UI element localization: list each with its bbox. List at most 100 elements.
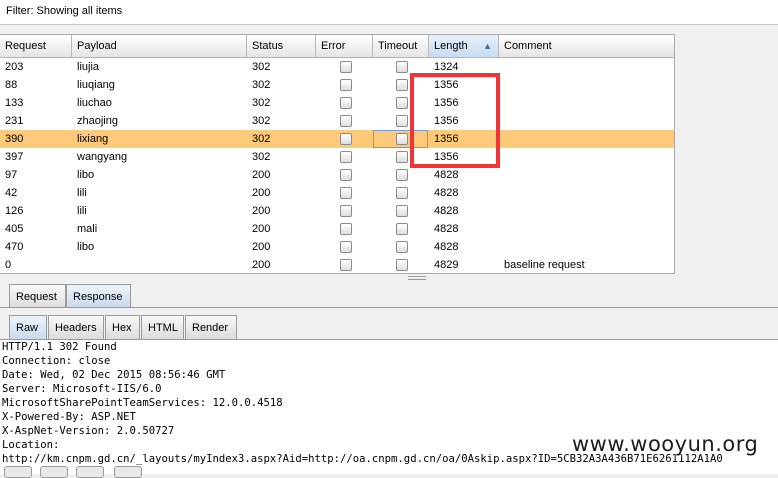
highlight-annotation-box: [410, 73, 500, 168]
cell-status: 302: [252, 61, 271, 73]
cell-length: 4828: [434, 223, 459, 235]
table-row[interactable]: 133 liuchao 302 1356: [0, 94, 674, 112]
cell-request: 133: [5, 97, 24, 109]
cell-comment: [499, 76, 674, 94]
error-checkbox[interactable]: [340, 259, 352, 271]
timeout-checkbox[interactable]: [396, 223, 408, 235]
cell-comment: [499, 58, 674, 76]
table-row[interactable]: 0 200 4829 baseline request: [0, 256, 674, 273]
response-line: Connection: close: [2, 355, 111, 367]
next-button[interactable]: [114, 466, 142, 478]
table-row[interactable]: 42 lili 200 4828: [0, 184, 674, 202]
cell-length: 4828: [434, 187, 459, 199]
cell-request: 231: [5, 115, 24, 127]
error-checkbox[interactable]: [340, 205, 352, 217]
timeout-checkbox[interactable]: [396, 97, 408, 109]
tab-render[interactable]: Render: [185, 315, 237, 339]
error-checkbox[interactable]: [340, 79, 352, 91]
cell-comment: [499, 184, 674, 202]
cell-payload: lixiang: [77, 133, 109, 145]
cell-request: 42: [5, 187, 18, 199]
table-row[interactable]: 231 zhaojing 302 1356: [0, 112, 674, 130]
cell-status: 302: [252, 151, 271, 163]
add-button[interactable]: [76, 466, 104, 478]
cell-payload: lili: [77, 205, 87, 217]
error-checkbox[interactable]: [340, 115, 352, 127]
response-line: MicrosoftSharePointTeamServices: 12.0.0.…: [2, 397, 283, 409]
timeout-checkbox[interactable]: [396, 187, 408, 199]
timeout-checkbox[interactable]: [396, 241, 408, 253]
cell-payload: liujia: [77, 61, 100, 73]
cell-length: 4828: [434, 241, 459, 253]
timeout-checkbox[interactable]: [396, 259, 408, 271]
column-header-comment[interactable]: Comment: [499, 35, 674, 57]
cell-request: 126: [5, 205, 24, 217]
splitter-handle[interactable]: [408, 276, 426, 280]
response-line: HTTP/1.1 302 Found: [2, 341, 117, 353]
cell-comment: [499, 130, 674, 148]
cell-payload: liuqiang: [77, 79, 115, 91]
cell-payload: wangyang: [77, 151, 128, 163]
cell-length: 4829: [434, 259, 459, 271]
error-checkbox[interactable]: [340, 223, 352, 235]
error-checkbox[interactable]: [340, 241, 352, 253]
previous-button[interactable]: [40, 466, 68, 478]
cell-request: 470: [5, 241, 24, 253]
table-row[interactable]: 203 liujia 302 1324: [0, 58, 674, 76]
cell-length: 4828: [434, 169, 459, 181]
cell-payload: libo: [77, 241, 95, 253]
column-header-request[interactable]: Request: [0, 35, 72, 57]
tab-response[interactable]: Response: [66, 284, 131, 308]
timeout-checkbox[interactable]: [396, 151, 408, 163]
filter-bar[interactable]: Filter: Showing all items: [0, 0, 778, 25]
error-checkbox[interactable]: [340, 61, 352, 73]
tab-html[interactable]: HTML: [141, 315, 184, 339]
timeout-checkbox[interactable]: [396, 115, 408, 127]
cell-payload: libo: [77, 169, 95, 181]
table-row[interactable]: 126 lili 200 4828: [0, 202, 674, 220]
error-checkbox[interactable]: [340, 151, 352, 163]
results-table[interactable]: Request Payload Status Error Timeout Len…: [0, 34, 675, 274]
column-header-error[interactable]: Error: [316, 35, 373, 57]
cell-comment: [499, 148, 674, 166]
tab-raw[interactable]: Raw: [9, 315, 47, 339]
help-button[interactable]: [4, 466, 32, 478]
cell-payload: mali: [77, 223, 98, 235]
cell-comment: [499, 238, 674, 256]
table-header: Request Payload Status Error Timeout Len…: [0, 35, 674, 58]
cell-request: 390: [5, 133, 24, 145]
column-header-payload[interactable]: Payload: [72, 35, 247, 57]
cell-request: 203: [5, 61, 24, 73]
error-checkbox[interactable]: [340, 97, 352, 109]
timeout-checkbox[interactable]: [396, 205, 408, 217]
error-checkbox[interactable]: [340, 187, 352, 199]
tab-request[interactable]: Request: [9, 284, 66, 308]
timeout-checkbox[interactable]: [396, 61, 408, 73]
table-row[interactable]: 470 libo 200 4828: [0, 238, 674, 256]
timeout-checkbox[interactable]: [396, 169, 408, 181]
tab-headers[interactable]: Headers: [48, 315, 104, 339]
error-checkbox[interactable]: [340, 169, 352, 181]
table-row[interactable]: 405 mali 200 4828: [0, 220, 674, 238]
column-header-length[interactable]: Length ▲: [429, 35, 499, 57]
response-line: Date: Wed, 02 Dec 2015 08:56:46 GMT: [2, 369, 226, 381]
cell-status: 200: [252, 241, 271, 253]
timeout-checkbox[interactable]: [396, 133, 408, 145]
table-row[interactable]: 88 liuqiang 302 1356: [0, 76, 674, 94]
column-header-status[interactable]: Status: [247, 35, 316, 57]
cell-status: 302: [252, 79, 271, 91]
cell-request: 397: [5, 151, 24, 163]
table-row[interactable]: 97 libo 200 4828: [0, 166, 674, 184]
error-checkbox[interactable]: [340, 133, 352, 145]
watermark: www.wooyun.org: [572, 432, 759, 456]
timeout-checkbox[interactable]: [396, 79, 408, 91]
tab-hex[interactable]: Hex: [105, 315, 140, 339]
cell-request: 405: [5, 223, 24, 235]
table-row[interactable]: 397 wangyang 302 1356: [0, 148, 674, 166]
cell-comment: baseline request: [504, 259, 585, 271]
column-header-timeout[interactable]: Timeout: [373, 35, 429, 57]
column-header-length-label: Length: [434, 40, 468, 52]
cell-request: 97: [5, 169, 18, 181]
cell-status: 200: [252, 187, 271, 199]
table-row[interactable]: 390 lixiang 302 1356: [0, 130, 674, 148]
